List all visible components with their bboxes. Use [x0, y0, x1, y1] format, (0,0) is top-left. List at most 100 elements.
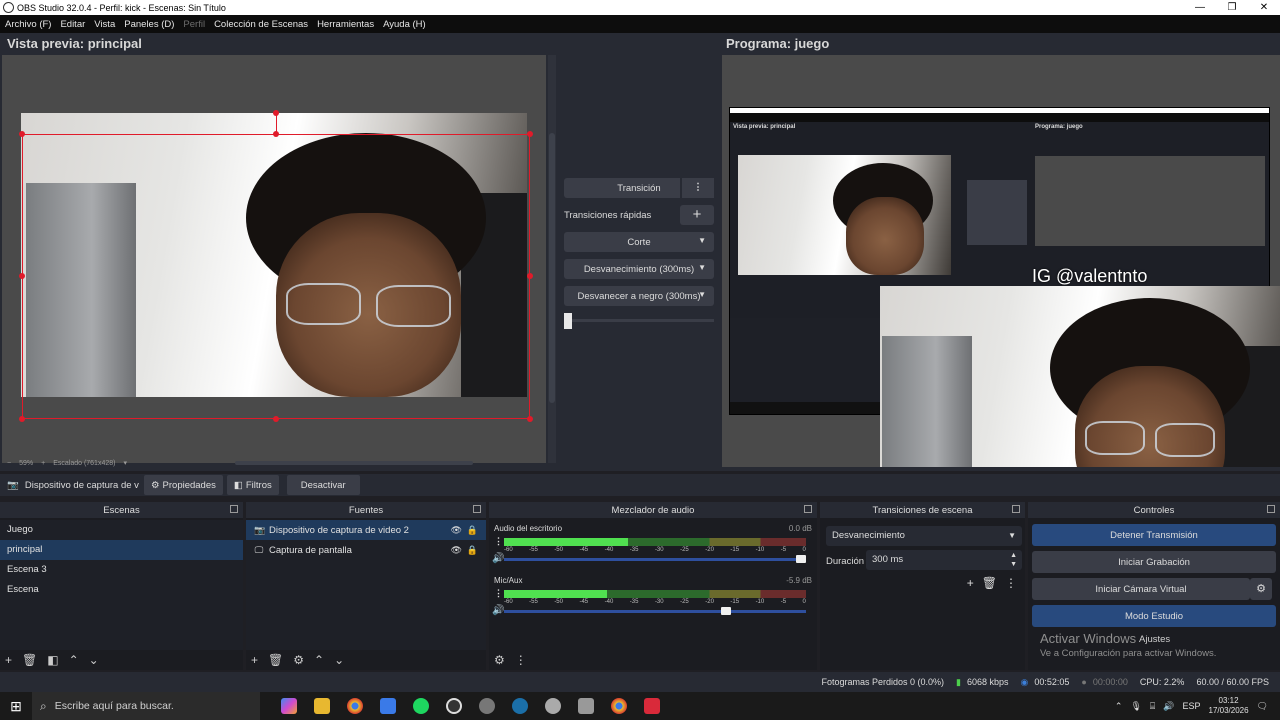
- source-item-screen-capture[interactable]: 🖵 Captura de pantalla 👁 🔒: [246, 540, 486, 560]
- red-app-icon[interactable]: [635, 698, 668, 714]
- mixer-menu-icon[interactable]: ⋮: [515, 653, 527, 667]
- resize-handle-tl[interactable]: [19, 131, 25, 137]
- channel-menu-icon[interactable]: ⋮: [494, 588, 503, 599]
- deactivate-button[interactable]: Desactivar: [286, 475, 360, 495]
- resize-handle-tr[interactable]: [527, 131, 533, 137]
- clock[interactable]: 03:12 17/03/2026: [1209, 696, 1249, 716]
- resize-handle-t[interactable]: [273, 131, 279, 137]
- move-up-icon[interactable]: ⌃: [314, 653, 324, 667]
- file-explorer-icon[interactable]: [305, 698, 338, 714]
- scene-item-escena-3[interactable]: Escena 3: [0, 560, 243, 580]
- menu-paneles[interactable]: Paneles (D): [124, 19, 174, 30]
- scene-item-principal[interactable]: principal: [0, 540, 243, 560]
- settings-button[interactable]: Ajustes: [1139, 634, 1170, 645]
- move-down-icon[interactable]: ⌄: [334, 653, 344, 667]
- volume-icon[interactable]: 🔊: [1163, 701, 1174, 712]
- transition-type-select[interactable]: Desvanecimiento ▼: [826, 526, 1022, 546]
- add-source-icon[interactable]: +: [251, 653, 258, 667]
- window-app-icon[interactable]: [569, 698, 602, 714]
- settings-icon[interactable]: [536, 698, 569, 714]
- transition-menu-icon[interactable]: ⋮: [1005, 576, 1017, 590]
- undock-icon[interactable]: [1012, 505, 1020, 513]
- chrome-profile-icon[interactable]: [602, 698, 635, 714]
- scene-item-juego[interactable]: Juego: [0, 520, 243, 540]
- quick-transition-fade[interactable]: Desvanecimiento (300ms) ▼: [564, 259, 714, 279]
- app-icon[interactable]: [470, 698, 503, 714]
- transition-menu-icon[interactable]: ⋮: [680, 178, 714, 198]
- gear-icon[interactable]: ⚙: [1250, 578, 1272, 600]
- microphone-icon[interactable]: 🎙: [1130, 701, 1141, 712]
- minimize-button[interactable]: —: [1184, 2, 1216, 13]
- scene-item-escena[interactable]: Escena: [0, 580, 243, 600]
- advanced-audio-icon[interactable]: ⚙: [494, 653, 505, 667]
- t-bar-handle[interactable]: [564, 313, 572, 329]
- studio-mode-button[interactable]: Modo Estudio: [1032, 605, 1276, 627]
- gear-icon[interactable]: ⚙: [293, 653, 304, 667]
- resize-handle-br[interactable]: [527, 416, 533, 422]
- scrollbar-thumb[interactable]: [549, 133, 555, 403]
- scene-filters-icon[interactable]: ◧: [47, 653, 58, 667]
- undock-icon[interactable]: [804, 505, 812, 513]
- add-transition-icon[interactable]: +: [967, 576, 974, 590]
- resize-handle-l[interactable]: [19, 273, 25, 279]
- preview-horizontal-scrollbar[interactable]: [235, 461, 473, 465]
- menu-herramientas[interactable]: Herramientas: [317, 19, 374, 30]
- zoom-in-icon[interactable]: +: [41, 460, 45, 467]
- start-recording-button[interactable]: Iniciar Grabación: [1032, 551, 1276, 573]
- undock-icon[interactable]: [230, 505, 238, 513]
- menu-perfil[interactable]: Perfil: [183, 19, 205, 30]
- virtual-camera-button[interactable]: Iniciar Cámara Virtual ⚙: [1032, 578, 1272, 600]
- windows-start-icon[interactable]: ⊞: [0, 698, 32, 715]
- add-scene-icon[interactable]: +: [5, 653, 12, 667]
- steam-icon[interactable]: [503, 698, 536, 714]
- menu-ayuda[interactable]: Ayuda (H): [383, 19, 426, 30]
- store-icon[interactable]: [371, 698, 404, 714]
- chrome-icon[interactable]: [338, 698, 371, 714]
- spinner-icon[interactable]: ▲ ▼: [1010, 551, 1017, 569]
- lock-icon[interactable]: 🔒: [467, 525, 478, 536]
- menu-vista[interactable]: Vista: [94, 19, 115, 30]
- obs-icon[interactable]: [437, 698, 470, 714]
- notifications-icon[interactable]: 🗨: [1257, 701, 1268, 712]
- volume-slider[interactable]: [504, 555, 806, 563]
- volume-slider-handle[interactable]: [796, 555, 806, 563]
- copilot-icon[interactable]: [272, 698, 305, 714]
- resize-handle-bl[interactable]: [19, 416, 25, 422]
- trash-icon[interactable]: 🗑: [22, 653, 37, 667]
- add-quick-transition-icon[interactable]: +: [680, 205, 714, 225]
- spotify-icon[interactable]: [404, 698, 437, 714]
- move-up-icon[interactable]: ⌃: [69, 653, 79, 667]
- t-bar-slider[interactable]: [564, 313, 714, 329]
- transition-button[interactable]: Transición ⋮: [564, 178, 714, 198]
- menu-archivo[interactable]: Archivo (F): [5, 19, 51, 30]
- channel-menu-icon[interactable]: ⋮: [494, 536, 503, 547]
- source-item-video-capture[interactable]: 📷 Dispositivo de captura de video 2 👁 🔒: [246, 520, 486, 540]
- quick-transition-cut[interactable]: Corte ▼: [564, 232, 714, 252]
- chevron-up-icon[interactable]: ⌃: [1115, 701, 1123, 712]
- stop-streaming-button[interactable]: Detener Transmisión: [1032, 524, 1276, 546]
- zoom-out-icon[interactable]: −: [7, 460, 11, 467]
- volume-slider-handle[interactable]: [720, 607, 731, 615]
- volume-slider[interactable]: [504, 607, 806, 615]
- source-bounding-box[interactable]: [22, 134, 530, 419]
- quick-transition-fade-black[interactable]: Desvanecer a negro (300ms) ▼: [564, 286, 714, 306]
- rotation-handle[interactable]: [273, 110, 279, 116]
- menu-editar[interactable]: Editar: [60, 19, 85, 30]
- maximize-button[interactable]: ❐: [1216, 2, 1248, 13]
- close-button[interactable]: ✕: [1248, 2, 1280, 13]
- resize-handle-b[interactable]: [273, 416, 279, 422]
- lock-icon[interactable]: 🔒: [467, 545, 478, 556]
- menu-coleccion-escenas[interactable]: Colección de Escenas: [214, 19, 308, 30]
- undock-icon[interactable]: [473, 505, 481, 513]
- trash-icon[interactable]: 🗑: [268, 653, 283, 667]
- speaker-icon[interactable]: 🔊: [492, 553, 504, 564]
- filters-button[interactable]: ◧ Filtros: [226, 475, 279, 495]
- taskbar-search[interactable]: ⌕ Escribe aquí para buscar.: [32, 692, 260, 720]
- speaker-icon[interactable]: 🔊: [492, 605, 504, 616]
- scale-dropdown-icon[interactable]: ▾: [123, 459, 127, 467]
- eye-icon[interactable]: 👁: [451, 545, 462, 556]
- eye-icon[interactable]: 👁: [451, 525, 462, 536]
- resize-handle-r[interactable]: [527, 273, 533, 279]
- trash-icon[interactable]: 🗑: [982, 576, 997, 590]
- move-down-icon[interactable]: ⌄: [89, 653, 99, 667]
